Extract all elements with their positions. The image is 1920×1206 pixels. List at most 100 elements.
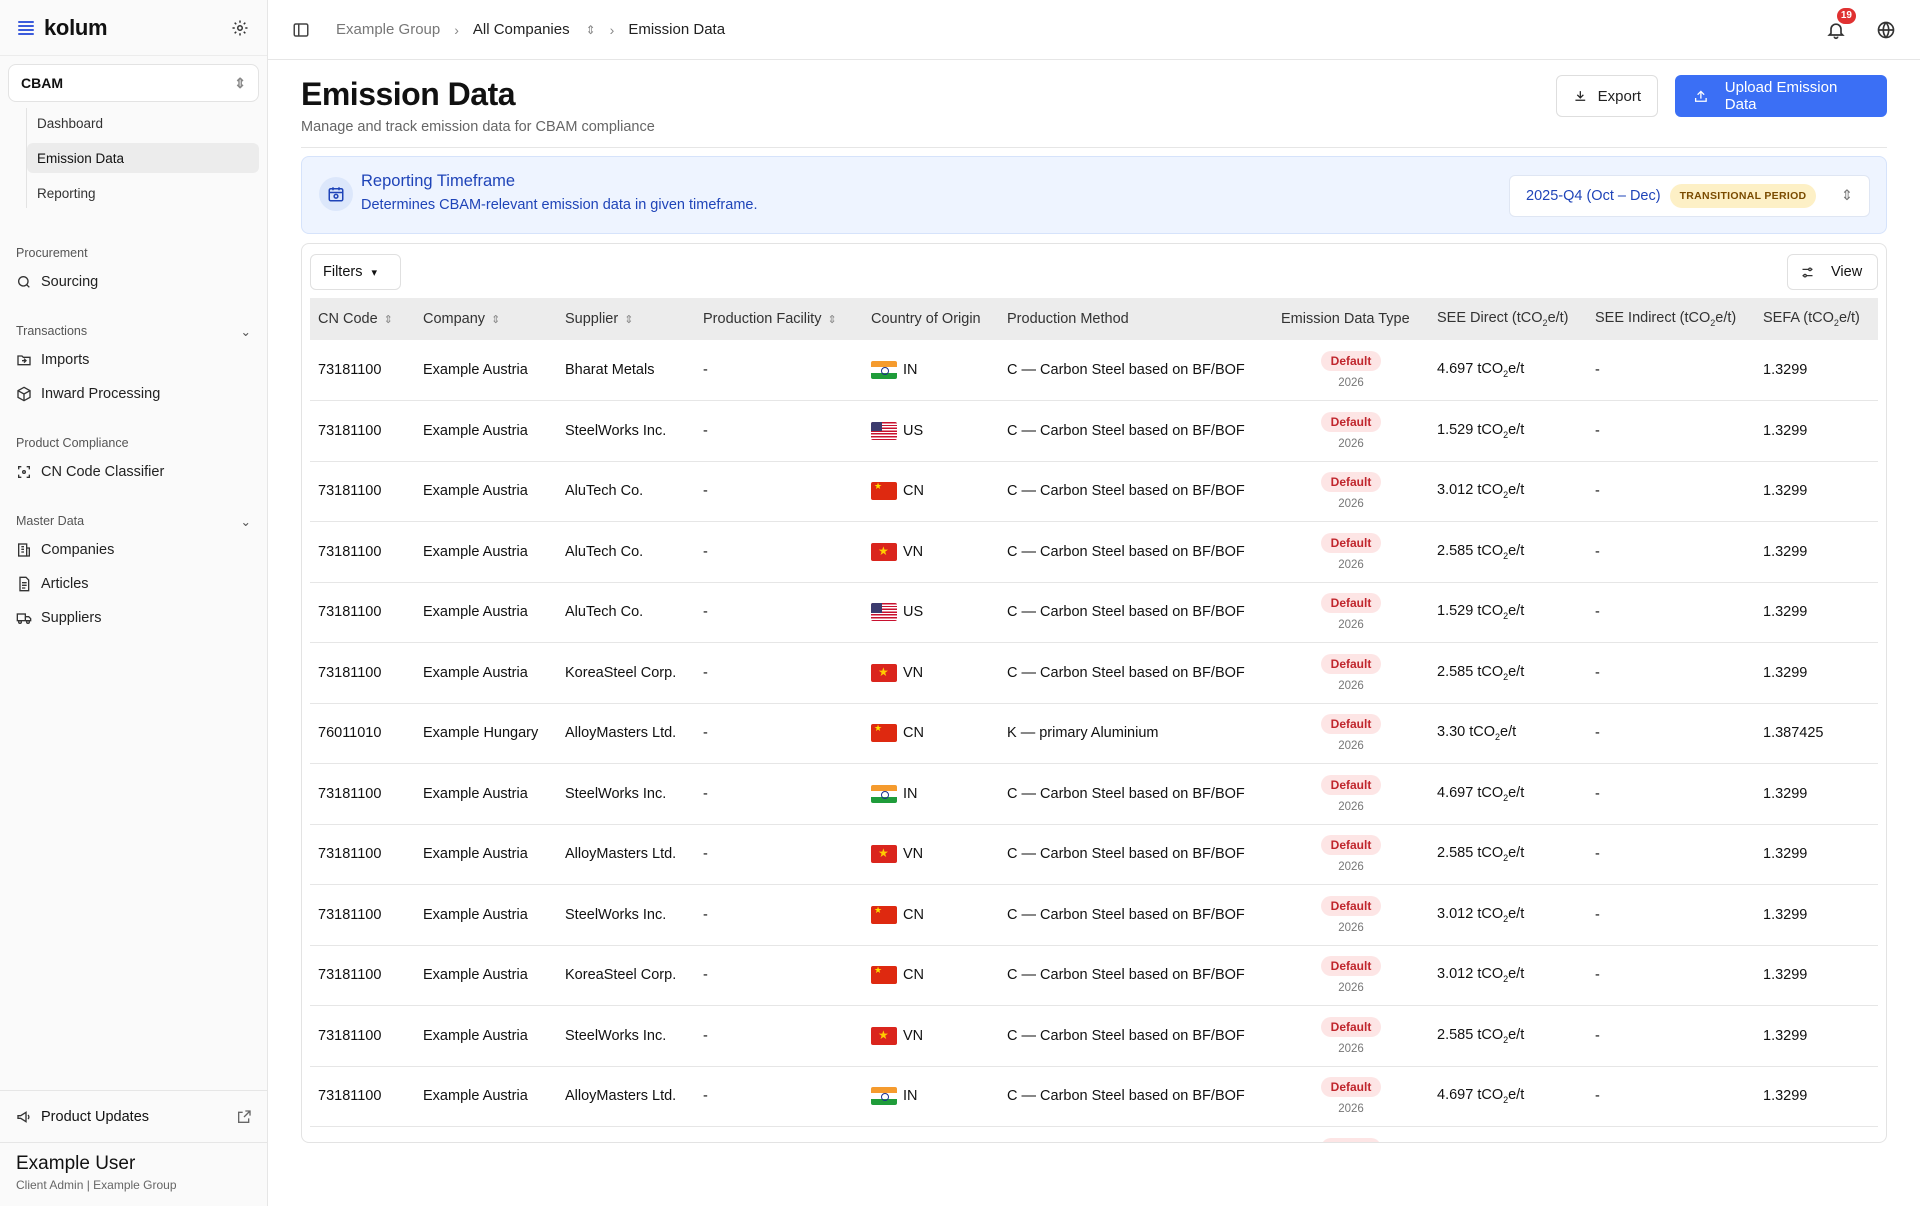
type-year: 2026 <box>1338 558 1364 571</box>
page-title: Emission Data <box>301 76 516 112</box>
download-icon <box>1575 91 1586 101</box>
sidebar-item-label: Sourcing <box>41 274 99 290</box>
section-toggle-master-data[interactable]: Master Data ⌄ <box>0 509 267 533</box>
cell-sefa: 1.3299 <box>1763 664 1808 681</box>
table-row[interactable]: 73181100 Example Austria SteelWorks Inc.… <box>310 885 1878 945</box>
cell-see-direct: 3.012 tCO2e/t <box>1437 966 1525 985</box>
flag-icon <box>871 724 897 743</box>
flag-icon <box>871 845 897 864</box>
gear-icon[interactable] <box>231 19 249 37</box>
topbar-actions: 19 <box>1826 7 1896 40</box>
cell-company: Example Austria <box>423 846 528 863</box>
cell-see-indirect: - <box>1595 543 1600 560</box>
sidebar: kolum CBAM ⇕ Dashboard Emission Data Rep… <box>0 0 268 1206</box>
flag-icon <box>871 421 897 440</box>
export-button[interactable]: Export <box>1556 75 1658 117</box>
cell-cn-code: 73181100 <box>318 1027 382 1044</box>
table-row[interactable]: 73181100 Example Austria AlloyMasters Lt… <box>310 1066 1878 1127</box>
sidebar-item-companies[interactable]: Companies <box>0 533 267 567</box>
cell-cn-code: 73181100 <box>318 1088 382 1105</box>
view-button[interactable]: View <box>1787 254 1878 290</box>
cell-see-direct: 4.697 tCO2e/t <box>1437 1087 1525 1106</box>
reporting-timeframe-banner: Reporting Timeframe Determines CBAM-rele… <box>301 156 1887 234</box>
notifications-button[interactable]: 19 <box>1826 7 1856 40</box>
cell-supplier: SteelWorks Inc. <box>565 1027 667 1044</box>
cell-production-facility: - <box>703 422 708 439</box>
sidebar-item-imports[interactable]: Imports <box>0 343 267 377</box>
sidebar-item-reporting[interactable]: Reporting <box>27 178 259 208</box>
section-toggle-transactions[interactable]: Transactions ⌄ <box>0 319 267 343</box>
cell-supplier: AlloyMasters Ltd. <box>565 846 677 863</box>
sidebar-item-emission-data[interactable]: Emission Data <box>27 143 259 173</box>
country-code: CN <box>903 483 924 500</box>
timeframe-value: 2025-Q4 (Oct – Dec) <box>1526 188 1661 204</box>
table-row[interactable]: 73181100 Example Austria SteelWorks Inc.… <box>310 401 1878 461</box>
globe-icon[interactable] <box>1876 20 1896 40</box>
cell-supplier: AluTech Co. <box>565 483 644 500</box>
sidebar-item-inward-processing[interactable]: Inward Processing <box>0 377 267 411</box>
cell-see-direct: 2.585 tCO2e/t <box>1437 663 1525 682</box>
sidebar-item-suppliers[interactable]: Suppliers <box>0 601 267 635</box>
cell-sefa: 1.3299 <box>1763 906 1808 923</box>
breadcrumb-current: Emission Data <box>628 21 726 38</box>
breadcrumb-group[interactable]: Example Group <box>336 21 440 38</box>
chevron-updown-icon[interactable]: ⇕ <box>586 23 596 37</box>
product-updates-link[interactable]: Product Updates <box>0 1090 268 1142</box>
cell-see-indirect: - <box>1587 1127 1755 1143</box>
type-year: 2026 <box>1338 1103 1364 1116</box>
column-header-cn-code[interactable]: CN Code ⇕ <box>310 298 415 340</box>
user-role: Client Admin | Example Group <box>16 1178 177 1192</box>
cell-cn-code: 73181100 <box>318 846 382 863</box>
cell-cn-code: 73181100 <box>318 422 382 439</box>
cell-production-facility: - <box>703 967 708 984</box>
view-label: View <box>1831 264 1863 280</box>
cell-production-facility: - <box>703 725 708 742</box>
upload-emission-data-button[interactable]: Upload Emission Data <box>1675 75 1887 117</box>
table-row[interactable]: 73181100 Example Austria AluTech Co. - C… <box>310 461 1878 522</box>
table-row[interactable]: 73181100 Example Austria SteelWorks Inc.… <box>310 764 1878 825</box>
cell-sefa: 1.3299 <box>1763 362 1808 378</box>
column-header-company[interactable]: Company ⇕ <box>415 298 557 340</box>
table-row[interactable]: 76011010 Example Hungary AlloyMasters Lt… <box>310 703 1878 764</box>
sidebar-item-cn-code-classifier[interactable]: CN Code Classifier <box>0 455 267 489</box>
column-header-supplier[interactable]: Supplier ⇕ <box>557 298 695 340</box>
cell-country: VN <box>863 1006 999 1067</box>
module-select[interactable]: CBAM ⇕ <box>8 64 259 102</box>
breadcrumb-companies[interactable]: All Companies <box>473 21 570 38</box>
table-row[interactable]: 73181100 Example Austria AluTech Co. - V… <box>310 522 1878 582</box>
table-row[interactable]: 73181100 Example Austria SteelWorks Inc.… <box>310 1006 1878 1067</box>
cell-country: CN <box>863 703 999 764</box>
user-profile[interactable]: Example User Client Admin | Example Grou… <box>0 1142 268 1206</box>
sidebar-item-label: CN Code Classifier <box>41 464 165 480</box>
cell-emission-data-type: Default 2026 <box>1273 461 1429 522</box>
building-icon <box>17 543 30 557</box>
table-row[interactable]: 73181100 Example Austria AluTech Co. - U… <box>310 582 1878 643</box>
table-row[interactable]: 73181100 Example Austria Bharat Metals -… <box>310 340 1878 401</box>
flag-icon <box>871 361 897 379</box>
table-row[interactable]: 73181100 Example Austria AlloyMasters Lt… <box>310 824 1878 885</box>
truck-icon <box>16 613 32 624</box>
cell-production-method: C — Carbon Steel based on BF/BOF <box>1007 1027 1245 1044</box>
package-icon <box>17 386 31 402</box>
sidebar-item-dashboard[interactable]: Dashboard <box>27 108 259 138</box>
sidebar-item-articles[interactable]: Articles <box>0 567 267 601</box>
section-label-transactions: Transactions <box>16 324 88 338</box>
cell-production-facility: - <box>703 362 708 378</box>
table-row[interactable]: 73181100 Example Austria KoreaSteel Corp… <box>310 945 1878 1006</box>
cell-cn-code: 73181100 <box>318 664 382 681</box>
sidebar-toggle-icon[interactable] <box>292 21 310 39</box>
table-row[interactable]: 73181100 Example Austria KoreaSteel Corp… <box>310 643 1878 704</box>
cell-production-method: K — primary Aluminium <box>1007 725 1159 742</box>
timeframe-select[interactable]: 2025-Q4 (Oct – Dec) TRANSITIONAL PERIOD … <box>1509 175 1870 217</box>
upload-label: Upload Emission Data <box>1724 79 1838 113</box>
cell-country: IN <box>863 764 999 825</box>
cell-supplier: Bharat Metals <box>565 362 655 378</box>
cell-emission-data-type: Default 2026 <box>1273 1066 1429 1127</box>
table-row[interactable]: 73181100 Example Austria Bharat Metals -… <box>310 1127 1878 1143</box>
filters-button[interactable]: Filters ▾ <box>310 254 401 290</box>
sidebar-item-sourcing[interactable]: Sourcing <box>0 265 267 299</box>
cell-country: VN <box>863 643 999 704</box>
sidebar-footer: Product Updates Example User Client Admi… <box>0 1090 268 1206</box>
column-header-production-facility[interactable]: Production Facility ⇕ <box>695 298 863 340</box>
cell-see-direct: 3.012 tCO2e/t <box>1437 905 1525 924</box>
